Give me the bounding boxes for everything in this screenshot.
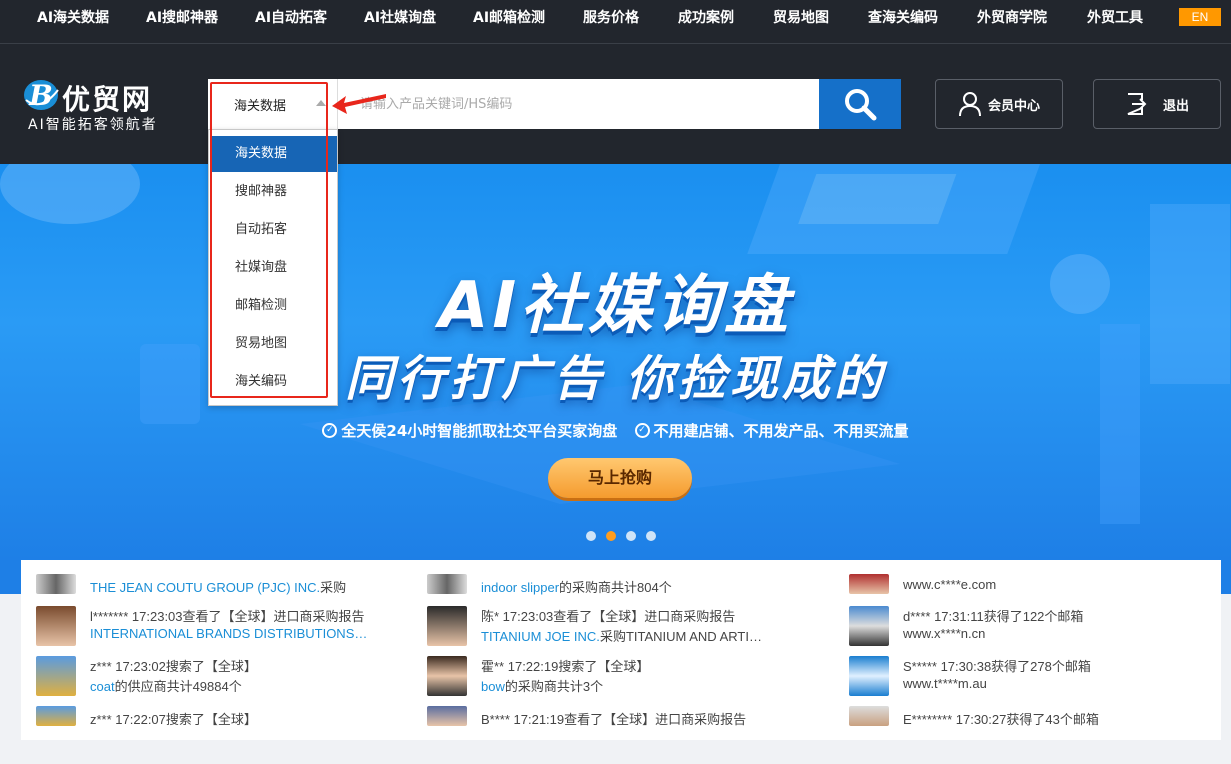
avatar (36, 606, 76, 646)
caret-up-icon (316, 100, 326, 106)
feed-text: 的供应商共计49884个 (114, 679, 242, 694)
dropdown-item-email-finder[interactable]: 搜邮神器 (212, 174, 337, 210)
check-circle-icon: ✓ (634, 423, 650, 438)
banner-feature-text: 全天侯24小时智能抓取社交平台买家询盘 (341, 422, 618, 440)
banner-feature-text: 不用建店铺、不用发产品、不用买流量 (653, 422, 909, 440)
nav-item-ai-customs[interactable]: AI海关数据 (37, 0, 109, 36)
feed-text: www.x****n.cn (903, 626, 986, 641)
search-category-label: 海关数据 (234, 99, 287, 114)
feed-company-link[interactable]: TITANIUM JOE INC. (481, 629, 600, 644)
feed-item[interactable]: z*** 17:22:07搜索了【全球】 (36, 706, 416, 727)
search-button[interactable] (819, 79, 901, 129)
feed-item[interactable]: l******* 17:23:03查看了【全球】进口商采购报告 INTERNAT… (36, 606, 416, 654)
dropdown-item-auto-prospect[interactable]: 自动拓客 (212, 212, 337, 248)
feed-text: 采购TITANIUM AND ARTI… (599, 629, 762, 644)
avatar (849, 656, 889, 696)
dropdown-item-email-check[interactable]: 邮箱检测 (212, 288, 337, 324)
logo-name[interactable]: 优贸网 (62, 78, 152, 118)
feed-item[interactable]: www.c****e.com (849, 574, 1209, 594)
top-nav: AI海关数据 AI搜邮神器 AI自动拓客 AI社媒询盘 AI邮箱检测 服务价格 … (0, 0, 1231, 44)
feed-item[interactable]: B**** 17:21:19查看了【全球】进口商采购报告 (427, 706, 827, 727)
nav-item-trade-map[interactable]: 贸易地图 (773, 0, 829, 36)
member-center-button[interactable]: 会员中心 (935, 79, 1063, 129)
avatar (849, 706, 889, 726)
check-circle-icon: ✓ (322, 423, 338, 438)
banner-feature: ✓ 全天侯24小时智能抓取社交平台买家询盘 (322, 420, 617, 441)
feed-text: 采购 (320, 580, 347, 595)
logout-button[interactable]: 退出 (1093, 79, 1221, 129)
feed-item[interactable]: d**** 17:31:11获得了122个邮箱 www.x****n.cn (849, 606, 1209, 654)
feed-keyword-link[interactable]: indoor slipper (481, 580, 559, 595)
banner-feature: ✓ 不用建店铺、不用发产品、不用买流量 (634, 420, 909, 441)
avatar (427, 606, 467, 646)
feed-item[interactable]: 陈* 17:23:03查看了【全球】进口商采购报告 TITANIUM JOE I… (427, 606, 827, 654)
avatar (36, 574, 76, 594)
nav-item-hs-code[interactable]: 查海关编码 (868, 0, 938, 36)
feed-text: 霍** 17:22:19搜索了【全球】 (481, 659, 650, 674)
feed-text: 陈* 17:23:03查看了【全球】进口商采购报告 (481, 609, 736, 624)
annotation-arrow-icon (332, 94, 386, 114)
feed-text: www.c****e.com (903, 577, 997, 592)
hero-banner[interactable]: AI社媒询盘 同行打广告 你捡现成的 ✓ 全天侯24小时智能抓取社交平台买家询盘 … (0, 164, 1231, 560)
logout-icon (1127, 93, 1147, 115)
feed-keyword-link[interactable]: coat (90, 679, 115, 694)
feed-item[interactable]: 霍** 17:22:19搜索了【全球】 bow的采购商共计3个 (427, 656, 827, 704)
nav-item-ai-email-finder[interactable]: AI搜邮神器 (146, 0, 218, 36)
nav-item-academy[interactable]: 外贸商学院 (977, 0, 1047, 36)
logout-label: 退出 (1162, 98, 1189, 114)
search-icon (845, 89, 877, 121)
feed-text: B**** 17:21:19查看了【全球】进口商采购报告 (481, 712, 747, 727)
activity-feed: THE JEAN COUTU GROUP (PJC) INC.采购 l*****… (21, 560, 1221, 740)
avatar (36, 706, 76, 726)
carousel-dot-1[interactable] (586, 531, 596, 541)
logo-icon: B (24, 79, 59, 112)
feed-text: l******* 17:23:03查看了【全球】进口商采购报告 (90, 609, 365, 624)
nav-item-pricing[interactable]: 服务价格 (583, 0, 639, 36)
feed-text: 的采购商共计804个 (559, 580, 672, 595)
dropdown-item-trade-map[interactable]: 贸易地图 (212, 326, 337, 362)
avatar (849, 574, 889, 594)
search-input[interactable] (360, 87, 800, 121)
banner-subtitle: 同行打广告 你捡现成的 (345, 351, 886, 407)
nav-item-ai-auto-prospect[interactable]: AI自动拓客 (255, 0, 327, 36)
avatar (36, 656, 76, 696)
carousel-dot-3[interactable] (626, 531, 636, 541)
feed-text: d**** 17:31:11获得了122个邮箱 (903, 609, 1084, 624)
search-category-dropdown: 海关数据 搜邮神器 自动拓客 社媒询盘 邮箱检测 贸易地图 海关编码 (208, 129, 338, 406)
dropdown-item-hs-code[interactable]: 海关编码 (212, 364, 337, 400)
svg-text:B: B (28, 79, 53, 112)
feed-text: E******** 17:30:27获得了43个邮箱 (903, 712, 1099, 727)
nav-item-cases[interactable]: 成功案例 (678, 0, 734, 36)
banner-features: ✓ 全天侯24小时智能抓取社交平台买家询盘 ✓ 不用建店铺、不用发产品、不用买流量 (0, 418, 1231, 441)
feed-text: z*** 17:23:02搜索了【全球】 (90, 659, 257, 674)
search-category-select[interactable]: 海关数据 (208, 79, 338, 129)
feed-company-link[interactable]: INTERNATIONAL BRANDS DISTRIBUTIONS… (90, 626, 367, 641)
dropdown-item-customs[interactable]: 海关数据 (212, 136, 337, 172)
buy-now-button[interactable]: 马上抢购 (548, 458, 692, 498)
feed-company-link[interactable]: THE JEAN COUTU GROUP (PJC) INC. (90, 580, 320, 595)
feed-text: 的采购商共计3个 (504, 679, 604, 694)
logo-slogan: AI智能拓客领航者 (28, 117, 158, 133)
nav-item-ai-email-check[interactable]: AI邮箱检测 (473, 0, 545, 36)
nav-item-tools[interactable]: 外贸工具 (1087, 0, 1143, 36)
banner-title: AI社媒询盘 (438, 269, 793, 343)
avatar (427, 706, 467, 726)
feed-item[interactable]: E******** 17:30:27获得了43个邮箱 (849, 706, 1209, 727)
avatar (427, 574, 467, 594)
feed-text: z*** 17:22:07搜索了【全球】 (90, 712, 257, 727)
feed-item[interactable]: S***** 17:30:38获得了278个邮箱 www.t****m.au (849, 656, 1209, 704)
carousel-dot-4[interactable] (646, 531, 656, 541)
language-switch[interactable]: EN (1179, 8, 1221, 26)
carousel-dot-2-active[interactable] (606, 531, 616, 541)
member-center-label: 会员中心 (987, 98, 1040, 114)
feed-text: www.t****m.au (903, 676, 987, 691)
nav-item-ai-social-inquiry[interactable]: AI社媒询盘 (364, 0, 436, 36)
avatar (427, 656, 467, 696)
feed-text: S***** 17:30:38获得了278个邮箱 (903, 659, 1091, 674)
avatar (849, 606, 889, 646)
feed-item[interactable]: z*** 17:23:02搜索了【全球】 coat的供应商共计49884个 (36, 656, 416, 704)
feed-keyword-link[interactable]: bow (481, 679, 505, 694)
dropdown-item-social-inquiry[interactable]: 社媒询盘 (212, 250, 337, 286)
user-icon (958, 92, 981, 117)
